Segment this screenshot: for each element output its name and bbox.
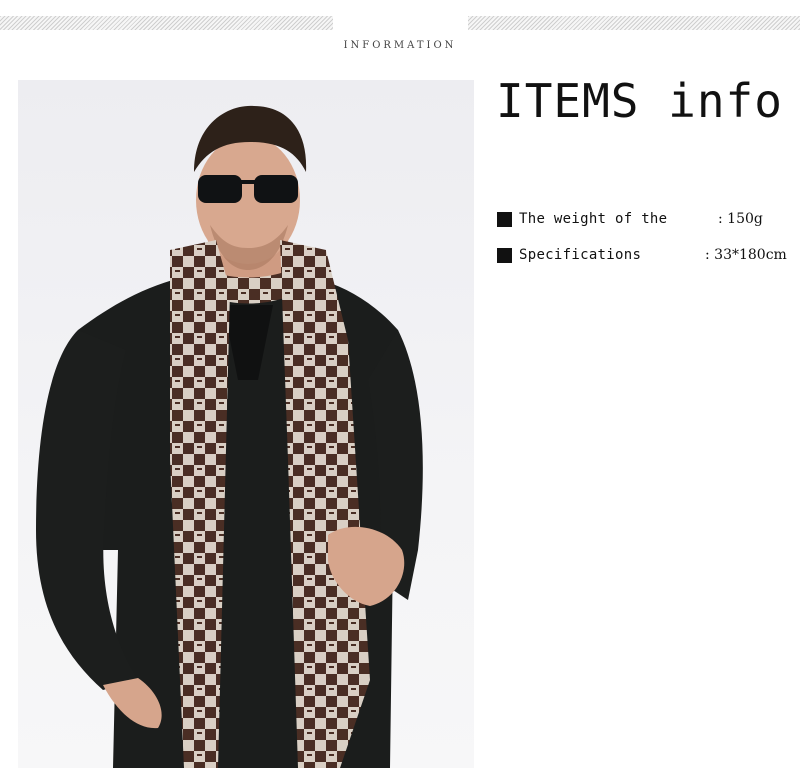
square-bullet-icon (497, 212, 512, 227)
spec-row-specifications: Specifications : 33*180cm (497, 247, 797, 265)
spec-label: Specifications (519, 247, 642, 263)
header-divider-left (0, 16, 333, 30)
spec-label: The weight of the (519, 211, 668, 227)
header-divider-right (468, 16, 800, 30)
product-photo (18, 80, 474, 768)
spec-row-weight: The weight of the : 150g (497, 211, 797, 229)
spec-value: : 150g (718, 211, 763, 227)
product-photo-illustration (36, 105, 423, 768)
items-info-heading: ITEMS info (496, 74, 783, 128)
section-title: INFORMATION (343, 40, 457, 51)
square-bullet-icon (497, 248, 512, 263)
spec-value: : 33*180cm (705, 247, 787, 263)
